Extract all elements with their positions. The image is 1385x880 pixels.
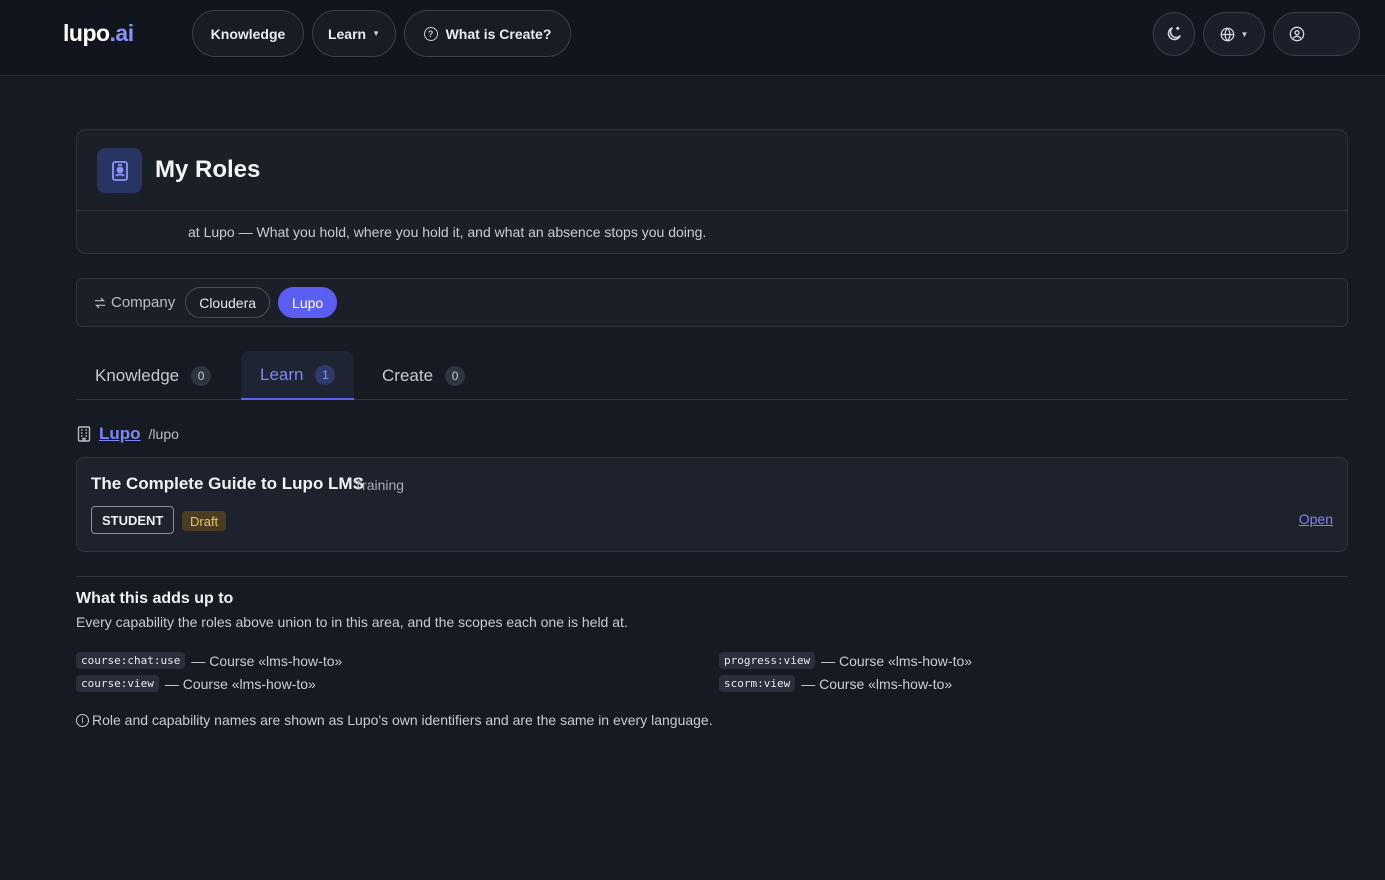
user-circle-icon — [1289, 26, 1305, 42]
language-note: i Role and capability names are shown as… — [76, 712, 713, 728]
theme-toggle-button[interactable] — [1153, 12, 1195, 56]
role-badge: STUDENT — [91, 506, 175, 534]
tab-count: 1 — [315, 364, 336, 385]
open-course-link[interactable]: Open — [1299, 511, 1333, 527]
nav-what-is-create-label: What is Create? — [445, 25, 552, 42]
moon-icon — [1167, 26, 1181, 41]
chevron-down-icon: ▼ — [372, 29, 381, 38]
course-title: The Complete Guide to Lupo LMS — [91, 474, 364, 493]
capability-name: scorm:view — [719, 675, 796, 692]
page-title: My Roles — [155, 156, 261, 183]
page-header-top: My Roles — [77, 130, 1347, 211]
company-label-text: Company — [111, 294, 176, 311]
help-circle-icon: ? — [423, 26, 438, 41]
capability-scope: — Course «lms-how-to» — [801, 675, 953, 692]
status-badge: Draft — [182, 511, 227, 531]
nav-learn-dropdown[interactable]: Learn ▼ — [312, 10, 396, 57]
tab-label: Learn — [260, 364, 304, 384]
company-label: Company — [93, 294, 175, 311]
summary-title: What this adds up to — [76, 590, 234, 607]
org-path: /lupo — [148, 426, 179, 442]
nav-learn-label: Learn — [327, 25, 367, 42]
switch-arrows-icon — [94, 297, 106, 308]
tab-create[interactable]: Create 0 — [363, 351, 484, 400]
company-chip-lupo[interactable]: Lupo — [278, 287, 338, 318]
tab-learn[interactable]: Learn 1 — [241, 351, 355, 400]
id-badge-icon — [97, 148, 142, 193]
lupo-logo[interactable]: lupo.ai — [63, 20, 134, 47]
capability-name: course:view — [76, 675, 159, 692]
nav-knowledge-label: Knowledge — [210, 25, 286, 42]
info-icon: i — [76, 713, 89, 727]
logo-main: lupo — [63, 20, 110, 46]
page-header-card: My Roles at Lupo — What you hold, where … — [76, 129, 1348, 254]
capability-item: scorm:view — Course «lms-how-to» — [719, 675, 952, 692]
user-menu-button[interactable] — [1273, 12, 1360, 56]
tab-label: Knowledge — [95, 365, 180, 385]
capability-name: progress:view — [719, 652, 816, 669]
org-heading: Lupo /lupo — [77, 424, 179, 444]
building-icon — [77, 426, 91, 442]
capability-scope: — Course «lms-how-to» — [191, 652, 343, 669]
company-chip-cloudera[interactable]: Cloudera — [185, 287, 271, 318]
company-switcher: Company Cloudera Lupo — [76, 278, 1348, 327]
course-type: Training — [354, 477, 405, 493]
capability-name: course:chat:use — [76, 652, 186, 669]
top-navigation: lupo.ai Knowledge Learn ▼ ? What is Crea… — [0, 0, 1385, 76]
org-link[interactable]: Lupo — [99, 424, 141, 444]
tab-count: 0 — [191, 365, 212, 386]
capability-item: course:view — Course «lms-how-to» — [76, 675, 316, 692]
course-card: The Complete Guide to Lupo LMS Training … — [76, 457, 1348, 552]
capability-scope: — Course «lms-how-to» — [821, 652, 973, 669]
summary-description: Every capability the roles above union t… — [76, 614, 628, 630]
section-divider — [76, 576, 1348, 577]
area-tabs: Knowledge 0 Learn 1 Create 0 — [76, 351, 1348, 400]
language-note-text: Role and capability names are shown as L… — [92, 712, 713, 728]
capability-item: course:chat:use — Course «lms-how-to» — [76, 652, 342, 669]
capability-item: progress:view — Course «lms-how-to» — [719, 652, 972, 669]
logo-suffix: .ai — [109, 20, 135, 46]
tab-label: Create — [382, 365, 434, 385]
tab-knowledge[interactable]: Knowledge 0 — [76, 351, 230, 400]
page-subtitle: at Lupo — What you hold, where you hold … — [188, 224, 707, 240]
nav-knowledge-button[interactable]: Knowledge — [192, 10, 304, 57]
language-dropdown[interactable]: ▼ — [1203, 12, 1265, 56]
chevron-down-icon: ▼ — [1240, 29, 1249, 39]
capability-scope: — Course «lms-how-to» — [164, 675, 316, 692]
globe-icon — [1220, 27, 1234, 41]
tab-count: 0 — [445, 365, 466, 386]
nav-what-is-create-button[interactable]: ? What is Create? — [404, 10, 571, 57]
